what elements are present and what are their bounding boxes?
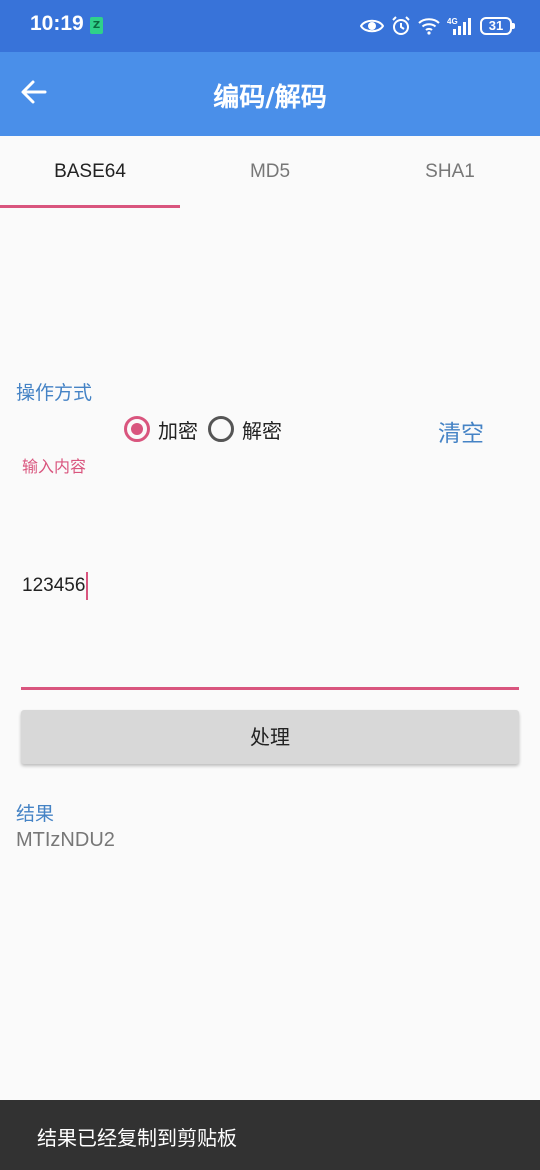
app-notification-icon: Z [90, 17, 103, 34]
toast: 结果已经复制到剪贴板 [0, 1100, 540, 1170]
tab-sha1[interactable]: SHA1 [360, 136, 540, 208]
page-title: 编码/解码 [213, 83, 327, 113]
eye-icon [360, 17, 384, 35]
tab-base64[interactable]: BASE64 [0, 136, 180, 208]
process-button[interactable]: 处理 [21, 710, 519, 764]
operation-label: 操作方式 [16, 382, 93, 404]
status-time: 10:19 [30, 12, 84, 35]
result-label: 结果 [16, 803, 55, 825]
encrypt-radio-label[interactable]: 加密 [158, 415, 198, 444]
input-hint-label: 输入内容 [22, 457, 87, 476]
text-cursor [86, 572, 89, 600]
decrypt-radio-label[interactable]: 解密 [242, 415, 282, 444]
battery-icon: 31 [480, 17, 515, 35]
toast-message: 结果已经复制到剪贴板 [37, 1126, 237, 1150]
operation-radio-group: 加密 解密 [124, 413, 292, 445]
tab-bar: BASE64 MD5 SHA1 [0, 136, 540, 208]
result-value: MTIzNDU2 [16, 829, 115, 851]
encrypt-radio[interactable] [124, 416, 150, 442]
app-bar: 编码/解码 [0, 52, 540, 136]
input-field[interactable]: 123456 [22, 572, 89, 600]
input-underline [21, 687, 519, 690]
clear-button[interactable]: 清空 [438, 414, 484, 448]
status-icons: 4G 31 [360, 13, 515, 39]
signal-icon: 4G [447, 16, 473, 36]
alarm-icon [391, 16, 411, 36]
wifi-icon [418, 17, 440, 35]
network-type: 4G [447, 17, 458, 26]
input-value-text: 123456 [22, 575, 86, 596]
decrypt-radio[interactable] [208, 416, 234, 442]
status-bar: 10:19 Z 4G 31 [0, 0, 540, 52]
tab-md5[interactable]: MD5 [180, 136, 360, 208]
